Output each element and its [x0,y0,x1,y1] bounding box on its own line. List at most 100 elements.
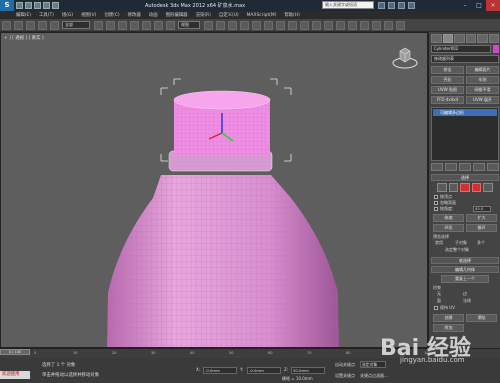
render-production-icon[interactable] [396,20,405,30]
select-manipulate-icon[interactable] [216,20,225,30]
open-file-icon[interactable] [25,2,32,9]
menu-item[interactable]: MAXScript(M) [247,13,277,18]
curve-editor-icon[interactable] [336,20,345,30]
scale-icon[interactable] [166,20,175,30]
loop-button[interactable]: 循环 [466,224,497,232]
preview-multi-radio[interactable]: 多个 [477,240,485,246]
repeat-last-button[interactable]: 重复上一个 [441,275,489,283]
new-file-icon[interactable] [16,2,23,9]
make-unique-icon[interactable] [459,163,471,171]
configure-sets-icon[interactable] [487,163,499,171]
minimize-button[interactable]: – [458,0,472,11]
modify-tab-icon[interactable] [442,34,453,43]
modifier-button[interactable]: FFD 4x4x4 [431,96,464,104]
unlink-icon[interactable] [38,20,47,30]
edit-geometry-rollout[interactable]: 编辑几何体 [431,266,499,273]
select-object-icon[interactable] [94,20,103,30]
by-vertex-checkbox[interactable] [434,195,438,199]
by-angle-spinner[interactable]: 45.0 [473,206,491,212]
move-icon[interactable] [142,20,151,30]
modifier-button[interactable]: 网格平滑 [466,86,499,94]
menu-item[interactable]: 视图(V) [81,12,96,18]
viewcube-icon[interactable] [391,43,419,71]
motion-tab-icon[interactable] [465,34,476,43]
ignore-backfacing-checkbox[interactable] [434,201,438,205]
soft-selection-rollout[interactable]: 软选择 [431,257,499,264]
constraint-none-radio[interactable]: 无 [437,291,441,297]
show-end-result-icon[interactable] [445,163,457,171]
y-coordinate-field[interactable]: -0.0mm [247,367,281,374]
help-icon[interactable] [408,2,415,9]
modifier-button[interactable]: 挤出 [431,66,464,74]
object-name-field[interactable]: Cylinder002 [431,45,491,53]
ring-button[interactable]: 环形 [433,224,464,232]
percent-snap-icon[interactable] [252,20,261,30]
preview-subobject-radio[interactable]: 子对象 [455,240,467,246]
element-level-icon[interactable] [483,183,493,192]
viewport-label[interactable]: + ] [ 透视 ] [ 真实 ] [4,35,44,41]
named-selection-icon[interactable] [276,20,285,30]
remove-modifier-icon[interactable] [473,163,485,171]
modifier-button[interactable]: 编辑面片 [466,66,499,74]
rendered-frame-icon[interactable] [384,20,393,30]
stack-item-editable-poly[interactable]: 可编辑多边形 [433,109,497,116]
object-color-swatch[interactable] [493,45,499,53]
by-angle-checkbox[interactable] [434,207,438,211]
hierarchy-tab-icon[interactable] [454,34,465,43]
graphite-tools-icon[interactable] [324,20,333,30]
utilities-tab-icon[interactable] [488,34,499,43]
polygon-level-icon[interactable] [471,183,482,192]
grow-button[interactable]: 扩大 [466,214,497,222]
auto-key-button[interactable]: 自动关键点 [335,362,355,368]
save-file-icon[interactable] [34,2,41,9]
perspective-viewport[interactable]: + ] [ 透视 ] [ 真实 ] [0,32,428,348]
vertex-level-icon[interactable] [437,183,447,192]
snap-toggle-icon[interactable] [228,20,237,30]
menu-item[interactable]: 自定义(U) [219,12,239,18]
modifier-button[interactable]: UVW 展开 [466,96,499,104]
shrink-button[interactable]: 收缩 [433,214,464,222]
modifier-button[interactable]: 壳化 [431,76,464,84]
preview-disabled-radio[interactable]: 禁用 [435,240,443,246]
maximize-button[interactable]: □ [472,0,486,11]
undo-icon[interactable] [43,2,50,9]
z-coordinate-field[interactable]: 30.0mm [291,367,325,374]
reference-coordinate-dropdown[interactable]: 视图 [178,21,200,29]
search-icon[interactable] [378,2,385,9]
rotate-icon[interactable] [154,20,163,30]
modifier-stack[interactable]: 可编辑多边形 [431,107,499,161]
maxscript-listener[interactable]: 欢迎使用 [0,371,30,379]
set-key-button[interactable]: 设置关键点 [335,373,355,379]
app-logo[interactable]: S [0,0,14,11]
collapse-button[interactable]: 塌陷 [466,314,497,322]
render-setup-icon[interactable] [372,20,381,30]
window-crossing-icon[interactable] [130,20,139,30]
border-level-icon[interactable] [460,183,470,192]
layer-manager-icon[interactable] [312,20,321,30]
menu-item[interactable]: 动画 [149,12,158,18]
modifier-button[interactable]: 车削 [466,76,499,84]
align-icon[interactable] [300,20,309,30]
time-slider[interactable]: 0 / 100 [0,349,30,355]
selected-dropdown[interactable]: 选定对象 [360,361,386,368]
menu-item[interactable]: 帮助(H) [284,12,300,18]
create-tab-icon[interactable] [431,34,442,43]
menu-item[interactable]: 创建(C) [104,12,119,18]
material-editor-icon[interactable] [360,20,369,30]
link-icon[interactable] [26,20,35,30]
preserve-uvs-checkbox[interactable] [434,306,438,310]
rectangle-selection-icon[interactable] [118,20,127,30]
pivot-center-icon[interactable] [204,20,213,30]
constraint-normal-radio[interactable]: 法线 [463,298,471,304]
create-button[interactable]: 创建 [433,314,464,322]
undo-icon[interactable] [2,20,11,30]
pin-stack-icon[interactable] [431,163,443,171]
menu-item[interactable]: 工具(T) [39,12,54,18]
selection-filter-dropdown[interactable]: 全部 [62,21,90,29]
menu-item[interactable]: 组(G) [62,12,73,18]
schematic-view-icon[interactable] [348,20,357,30]
mirror-icon[interactable] [288,20,297,30]
selection-rollout[interactable]: 选择 [431,174,499,181]
bind-icon[interactable] [50,20,59,30]
modifier-list-dropdown[interactable]: 修改器列表 [431,55,499,63]
